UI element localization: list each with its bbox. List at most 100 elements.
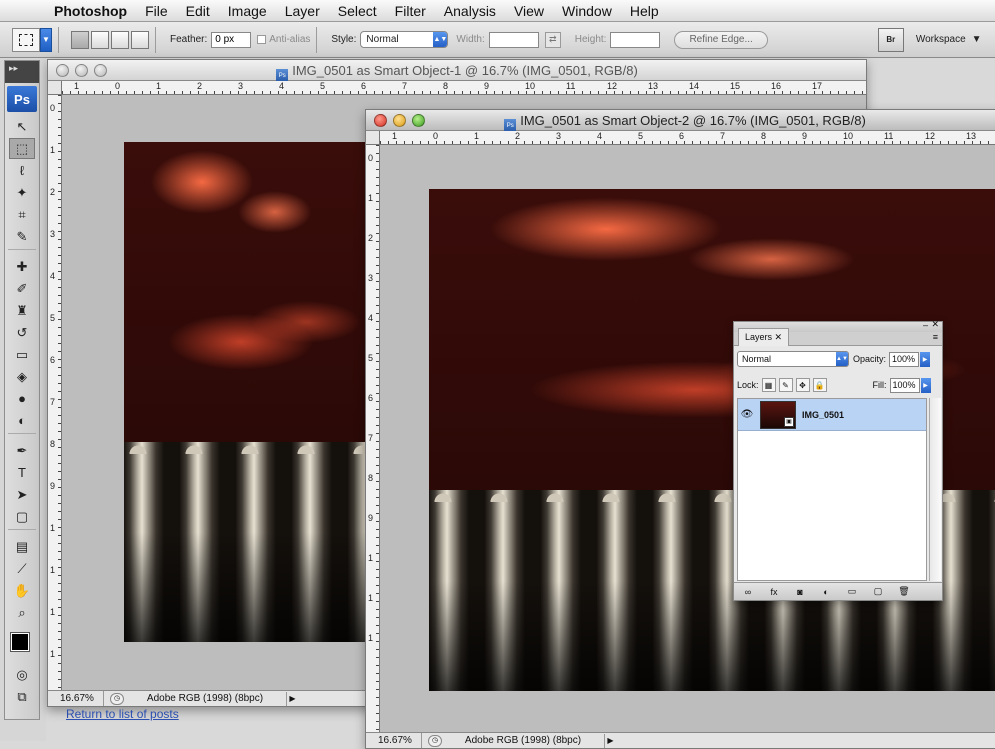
close-panel-icon[interactable]: ✕ — [931, 319, 939, 330]
move-icon[interactable]: ↖ — [9, 116, 35, 137]
zoom-level[interactable]: 16.67% — [48, 691, 104, 706]
close-button[interactable] — [374, 114, 387, 127]
layer-name[interactable]: IMG_0501 — [802, 410, 844, 420]
zoom-icon[interactable]: ⌕ — [9, 602, 35, 623]
menu-app[interactable]: Photoshop — [50, 0, 136, 22]
new-layer-icon[interactable]: ▢ — [868, 586, 888, 597]
link-layers-icon[interactable]: ∞ — [738, 587, 758, 597]
menu-filter[interactable]: Filter — [386, 0, 435, 22]
blur-icon[interactable]: ● — [9, 388, 35, 409]
zoom-button[interactable] — [412, 114, 425, 127]
toolbox-collapse-icon[interactable]: ▸▸ — [5, 61, 39, 83]
document-1-titlebar[interactable]: Ps IMG_0501 as Smart Object-1 @ 16.7% (IM… — [48, 60, 866, 83]
lasso-icon[interactable]: ℓ — [9, 160, 35, 181]
lock-position-icon[interactable]: ✥ — [795, 378, 810, 392]
eye-icon[interactable]: 👁 — [738, 409, 756, 420]
horizontal-ruler[interactable]: 1 0 1 2 3 4 5 6 7 8 9 10 11 12 13 — [380, 131, 995, 145]
intersect-selection-button[interactable] — [131, 30, 149, 49]
trash-icon[interactable]: 🗑 — [894, 586, 914, 597]
minimize-button[interactable] — [393, 114, 406, 127]
folder-icon[interactable]: ▭ — [842, 586, 862, 597]
vertical-ruler[interactable]: 0 1 2 3 4 5 6 7 8 9 1 1 1 1 — [48, 95, 62, 690]
path-select-icon[interactable]: ➤ — [9, 484, 35, 505]
minimize-panel-icon[interactable]: – — [923, 320, 928, 330]
layer-thumbnail[interactable]: ▣ — [760, 400, 796, 429]
eyedropper-icon[interactable]: ✎ — [9, 226, 35, 247]
stamp-icon[interactable]: ♜ — [9, 300, 35, 321]
eraser-icon[interactable]: ▭ — [9, 344, 35, 365]
foreground-color[interactable] — [10, 632, 30, 652]
ruler-tick-label: 6 — [368, 393, 374, 403]
quick-mask-icon[interactable]: ◎ — [9, 664, 35, 685]
opacity-input[interactable]: 100% — [889, 351, 920, 367]
panel-menu-icon[interactable]: ≡ — [933, 332, 938, 342]
lock-pixels-icon[interactable]: ✎ — [778, 378, 793, 392]
notes-icon[interactable]: ▤ — [9, 536, 35, 557]
apple-icon[interactable] — [18, 0, 40, 22]
zoom-button[interactable] — [94, 64, 107, 77]
ruler-corner[interactable] — [48, 81, 62, 95]
status-icon[interactable]: ◷ — [110, 692, 124, 705]
swap-dimensions-icon[interactable]: ⇄ — [544, 31, 561, 48]
document-2-titlebar[interactable]: Ps IMG_0501 as Smart Object-2 @ 16.7% (IM… — [366, 110, 995, 133]
feather-input[interactable] — [211, 31, 252, 48]
shape-icon[interactable]: ▢ — [9, 506, 35, 527]
tab-layers[interactable]: Layers ✕ — [738, 328, 790, 346]
return-link[interactable]: Return to list of posts — [66, 707, 179, 721]
menu-edit[interactable]: Edit — [177, 0, 219, 22]
menu-select[interactable]: Select — [329, 0, 386, 22]
blend-mode-select[interactable]: Normal ▲▼ — [737, 351, 849, 367]
ruler-corner[interactable] — [366, 131, 380, 145]
fill-slider-arrow[interactable]: ▶ — [920, 377, 931, 393]
workspace-menu[interactable]: Workspace ▼ — [916, 34, 982, 45]
magic-wand-icon[interactable]: ✦ — [9, 182, 35, 203]
minimize-button[interactable] — [75, 64, 88, 77]
menu-window[interactable]: Window — [553, 0, 621, 22]
fill-input[interactable]: 100% — [889, 377, 920, 393]
fx-icon[interactable]: fx — [764, 587, 784, 597]
menu-image[interactable]: Image — [219, 0, 276, 22]
canvas-image[interactable] — [124, 142, 384, 642]
ps-logo[interactable]: Ps — [7, 86, 37, 112]
pen-icon[interactable]: ✒ — [9, 440, 35, 461]
tool-preset-picker[interactable] — [12, 27, 40, 52]
lock-all-icon[interactable]: 🔒 — [812, 378, 827, 392]
layers-scrollbar[interactable] — [929, 398, 941, 581]
status-menu-arrow-icon[interactable]: ▶ — [286, 691, 298, 706]
mask-icon[interactable]: ◙ — [790, 587, 810, 597]
marquee-icon[interactable]: ⬚ — [9, 138, 35, 159]
subtract-selection-button[interactable] — [111, 30, 129, 49]
antialias-checkbox[interactable] — [257, 35, 267, 44]
crop-icon[interactable]: ⌗ — [9, 204, 35, 225]
adjustment-icon[interactable]: ◐ — [816, 587, 836, 597]
menu-analysis[interactable]: Analysis — [435, 0, 505, 22]
history-brush-icon[interactable]: ↺ — [9, 322, 35, 343]
type-icon[interactable]: T — [9, 462, 35, 483]
refine-edge-button[interactable]: Refine Edge... — [674, 30, 768, 49]
style-select[interactable]: Normal ▲▼ — [360, 31, 449, 48]
new-selection-button[interactable] — [71, 30, 89, 49]
lock-transparency-icon[interactable]: ▦ — [761, 378, 776, 392]
bridge-button[interactable]: Br — [877, 27, 904, 52]
layer-row[interactable]: 👁 ▣ IMG_0501 — [738, 399, 926, 431]
menu-layer[interactable]: Layer — [276, 0, 329, 22]
menu-file[interactable]: File — [136, 0, 177, 22]
brush-icon[interactable]: ✐ — [9, 278, 35, 299]
preset-dropdown-arrow[interactable]: ▼ — [40, 27, 52, 52]
bucket-icon[interactable]: ◈ — [9, 366, 35, 387]
healing-icon[interactable]: ✚ — [9, 256, 35, 277]
hand-icon[interactable]: ✋ — [9, 580, 35, 601]
vertical-ruler[interactable]: 0 1 2 3 4 5 6 7 8 9 1 1 1 — [366, 145, 380, 732]
horizontal-ruler[interactable]: 1 0 1 2 3 4 5 6 7 8 9 10 11 12 13 14 15 16 17 — [62, 81, 866, 95]
opacity-slider-arrow[interactable]: ▶ — [920, 351, 931, 367]
width-input[interactable] — [488, 31, 539, 48]
dodge-icon[interactable]: ◐ — [9, 410, 35, 431]
screen-mode-icon[interactable]: ⧉ — [9, 686, 35, 707]
menu-view[interactable]: View — [505, 0, 553, 22]
height-input[interactable] — [610, 31, 661, 48]
add-selection-button[interactable] — [91, 30, 109, 49]
close-tab-icon[interactable]: ✕ — [775, 332, 783, 342]
menu-help[interactable]: Help — [621, 0, 668, 22]
close-button[interactable] — [56, 64, 69, 77]
eyedropper2-icon[interactable]: ⟋ — [9, 558, 35, 579]
